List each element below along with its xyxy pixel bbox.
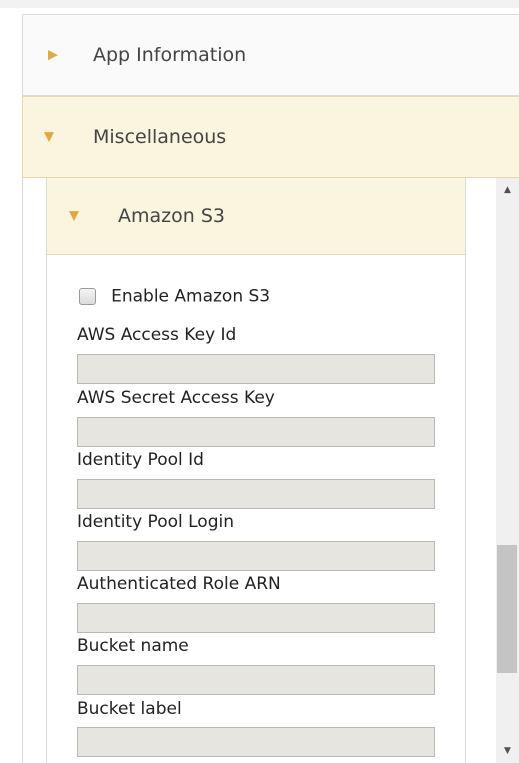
aws-secret-access-key-label: AWS Secret Access Key [77, 388, 275, 408]
accordion-amazon-s3[interactable]: ▼ Amazon S3 [47, 178, 465, 255]
enable-amazon-s3-row[interactable]: Enable Amazon S3 [79, 286, 270, 308]
triangle-down-icon: ▼ [69, 208, 79, 224]
top-divider [0, 0, 519, 8]
aws-secret-access-key-input[interactable] [77, 417, 435, 447]
identity-pool-login-label: Identity Pool Login [77, 512, 234, 532]
accordion-amazon-s3-label: Amazon S3 [118, 205, 225, 227]
scrollbar-thumb[interactable] [497, 545, 517, 673]
scroll-down-arrow-icon[interactable]: ▼ [496, 741, 519, 761]
aws-access-key-id-label: AWS Access Key Id [77, 325, 237, 345]
settings-page: ▶ App Information ▼ Miscellaneous ▼ Amaz… [0, 0, 519, 763]
vertical-scrollbar[interactable]: ▲ ▼ [496, 178, 519, 763]
bucket-label-input[interactable] [77, 727, 435, 757]
bucket-name-input[interactable] [77, 665, 435, 695]
identity-pool-id-input[interactable] [77, 479, 435, 509]
accordion-miscellaneous[interactable]: ▼ Miscellaneous [22, 96, 519, 178]
enable-amazon-s3-checkbox[interactable] [79, 288, 96, 305]
accordion-miscellaneous-label: Miscellaneous [93, 126, 227, 148]
enable-amazon-s3-label: Enable Amazon S3 [111, 286, 271, 307]
amazon-s3-section: ▼ Amazon S3 Enable Amazon S3 AWS Access … [46, 178, 466, 763]
authenticated-role-arn-label: Authenticated Role ARN [77, 574, 281, 594]
bucket-name-label: Bucket name [77, 636, 189, 656]
accordion-app-information[interactable]: ▶ App Information [22, 14, 519, 96]
triangle-down-icon: ▼ [44, 129, 54, 145]
identity-pool-id-label: Identity Pool Id [77, 450, 204, 470]
aws-access-key-id-input[interactable] [77, 354, 435, 384]
accordion-app-information-label: App Information [93, 44, 247, 66]
scroll-up-arrow-icon[interactable]: ▲ [496, 180, 519, 200]
identity-pool-login-input[interactable] [77, 541, 435, 571]
content-left-border [22, 178, 23, 763]
bucket-label-label: Bucket label [77, 699, 182, 719]
authenticated-role-arn-input[interactable] [77, 603, 435, 633]
triangle-right-icon: ▶ [48, 47, 58, 63]
miscellaneous-content: ▼ Amazon S3 Enable Amazon S3 AWS Access … [22, 178, 519, 763]
